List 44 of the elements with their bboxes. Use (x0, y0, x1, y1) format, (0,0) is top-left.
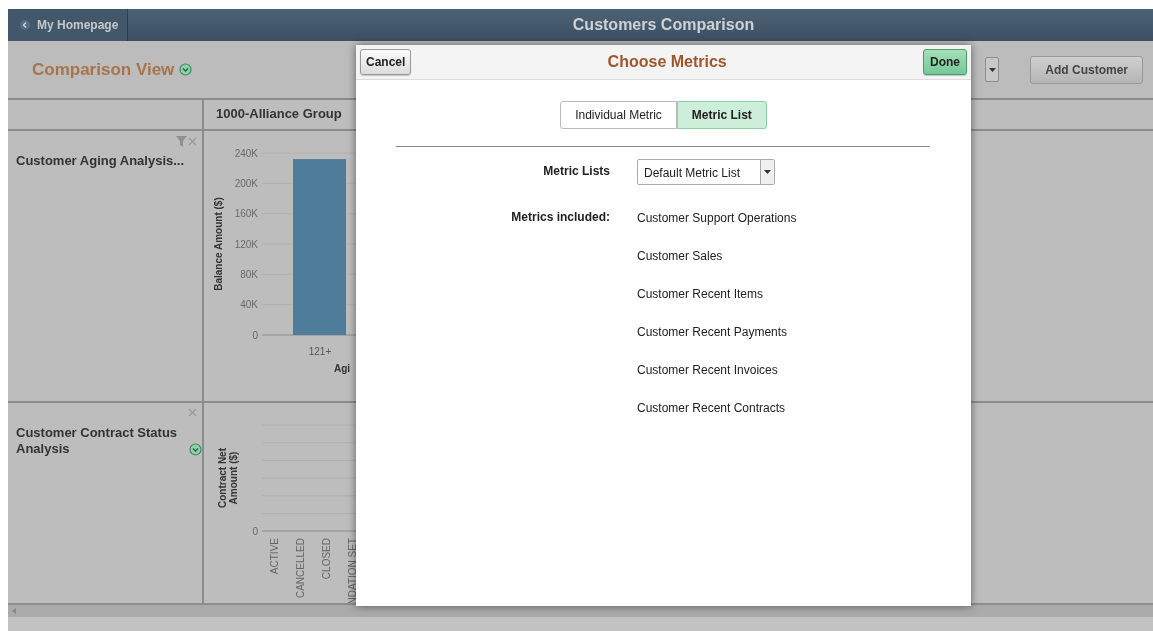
axis-title: Agi (334, 363, 351, 374)
metric-item: Customer Recent Invoices (637, 363, 779, 377)
axis-title: Balance Amount ($) (213, 197, 224, 291)
field-label: Metric Lists (542, 163, 610, 180)
horizontal-scrollbar[interactable] (8, 605, 1153, 617)
axis-tick-label: CANCELLED (295, 538, 306, 599)
axis-tick-label: 200K (234, 177, 258, 189)
metric-item: Customer Recent Items (637, 287, 765, 301)
axis-tick-label: 160K (234, 208, 258, 220)
metric-item: Customer Recent Contracts (637, 401, 787, 415)
filter-icon[interactable] (176, 136, 187, 147)
axis-tick-label: 240K (234, 147, 258, 159)
axis-tick-label: 80K (240, 268, 258, 280)
done-button[interactable]: Done (923, 49, 967, 75)
axis-title: Contract Net Amount ($) (217, 448, 239, 508)
add-customer-button[interactable]: Add Customer (1030, 55, 1143, 84)
metric-item: Customer Support Operations (637, 211, 798, 225)
row-title: Customer Contract Status Analysis (16, 425, 179, 457)
metric-item: Customer Recent Payments (637, 325, 789, 339)
caret-down-icon (764, 170, 771, 174)
view-title: Comparison View (32, 59, 175, 80)
dialog-title: Choose Metrics (607, 53, 727, 71)
axis-tick-label: 0 (252, 525, 258, 537)
chevron-left-icon (20, 20, 30, 30)
chevron-down-circle-icon[interactable] (189, 443, 202, 456)
axis-tick-label: 40K (240, 299, 258, 311)
caret-down-icon (988, 67, 996, 72)
segment-tab[interactable]: Metric List (676, 101, 767, 129)
metric-list-dropdown[interactable]: Default Metric List (637, 159, 775, 185)
cancel-button[interactable]: Cancel (360, 49, 412, 75)
row-title: Customer Aging Analysis... (16, 153, 185, 169)
axis-tick-label: ACTIVE (269, 538, 280, 575)
dropdown-button[interactable] (985, 57, 1000, 82)
axis-tick-label: 0 (252, 329, 258, 341)
axis-tick-label: 121+ (308, 346, 332, 357)
axis-tick-label: 120K (234, 238, 258, 250)
chevron-down-circle-icon[interactable] (179, 63, 193, 76)
field-label: Metrics included: (510, 209, 610, 226)
page-title: Customers Comparison (572, 16, 755, 34)
segment-tab[interactable]: Individual Metric (560, 101, 677, 129)
axis-tick-label: CLOSED (321, 538, 332, 580)
axis-tick-label: NDATION SET (347, 538, 356, 603)
back-button[interactable]: My Homepage (8, 9, 128, 41)
metric-item: Customer Sales (637, 249, 724, 263)
